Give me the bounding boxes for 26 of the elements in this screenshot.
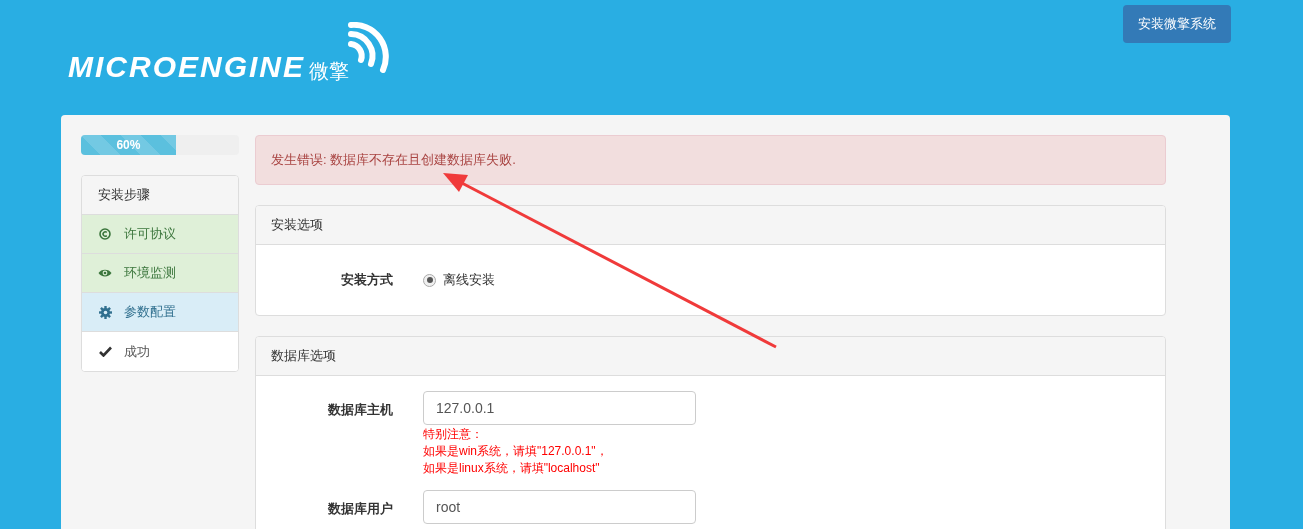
error-alert: 发生错误: 数据库不存在且创建数据库失败.: [255, 135, 1166, 185]
radio-button[interactable]: [423, 273, 436, 287]
panel-title: 安装步骤: [98, 186, 150, 205]
input-field[interactable]: root: [423, 490, 696, 524]
field-label: 数据库用户: [327, 500, 393, 518]
step-label: 成功: [124, 342, 150, 361]
input-field[interactable]: 127.0.0.1: [423, 391, 696, 425]
logo-text: MICROENGINE: [68, 52, 305, 82]
install-button[interactable]: 安装微擎系统: [1123, 5, 1231, 43]
panel-title: 数据库选项: [271, 347, 336, 366]
hint-text: 如果是win系统，请填"127.0.0.1"，: [423, 443, 609, 460]
hint-text: 如果是linux系统，请填"localhost": [423, 460, 601, 477]
step-label: 许可协议: [124, 225, 176, 244]
eye-icon: [98, 268, 112, 278]
field-label: 数据库主机: [327, 401, 393, 419]
progress-fill: 60%: [81, 135, 176, 155]
step-label: 环境监测: [124, 264, 176, 283]
panel-title: 安装选项: [271, 216, 323, 235]
copyright-icon: [99, 228, 111, 240]
check-icon: [98, 346, 112, 357]
step-label: 参数配置: [124, 303, 176, 322]
field-label: 安装方式: [340, 271, 393, 290]
radio-option[interactable]: 离线安装: [423, 270, 495, 290]
hint-text: 特别注意：: [423, 426, 484, 443]
logo-text: 微擎: [309, 61, 349, 81]
settings-icon: [98, 305, 112, 319]
